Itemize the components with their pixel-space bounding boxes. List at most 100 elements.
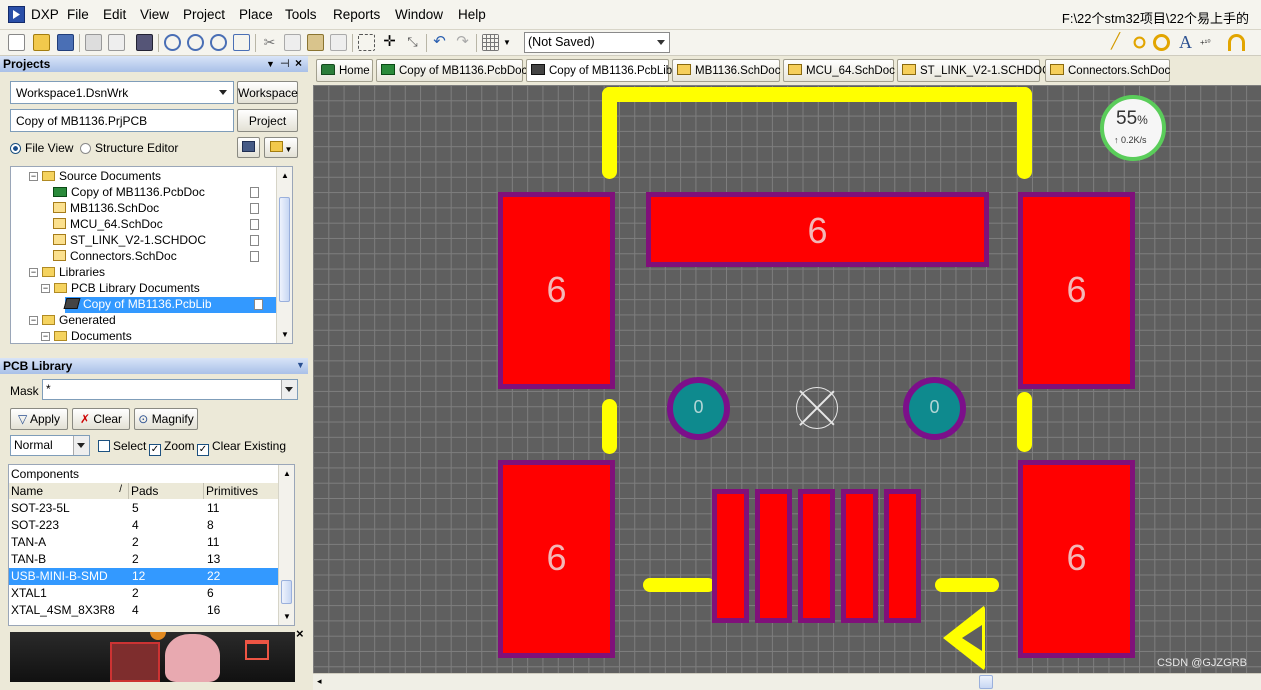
close-icon[interactable]: × xyxy=(296,626,304,641)
select-checkbox[interactable]: Select xyxy=(98,439,146,453)
pad-signal-1[interactable] xyxy=(712,489,749,623)
deselect-icon[interactable]: ⤡ xyxy=(404,34,421,51)
table-row[interactable]: XTAL_4SM_8X3R8 4 16 xyxy=(9,602,279,619)
tree-item-documents[interactable]: − Documents xyxy=(41,329,132,343)
workspace-button[interactable]: Workspace xyxy=(237,81,298,104)
zoom-area-icon[interactable] xyxy=(210,34,227,51)
collapse-icon[interactable]: − xyxy=(41,332,50,341)
compile-button[interactable] xyxy=(237,137,260,158)
tree-scroll-thumb[interactable] xyxy=(279,197,290,302)
pad-6-top-left[interactable]: 6 xyxy=(498,192,615,389)
canvas-scroll-thumb[interactable] xyxy=(979,675,993,689)
tree-item-source-documents[interactable]: − Source Documents xyxy=(29,169,161,185)
table-row[interactable]: TAN-A 2 11 xyxy=(9,534,279,551)
clear-existing-checkbox[interactable]: ✓ Clear Existing xyxy=(197,439,286,456)
tree-item-mb1136-schdoc[interactable]: MB1136.SchDoc xyxy=(53,201,269,217)
pcb-editor-canvas[interactable]: 6 6 6 6 6 0 0 CSDN @GJZGRB xyxy=(313,85,1261,673)
panel-collapse-icon[interactable]: ▼ xyxy=(296,360,305,370)
tab-stlink-schdoc[interactable]: ST_LINK_V2-1.SCHDOC xyxy=(897,59,1050,82)
file-view-radio[interactable]: File View xyxy=(10,141,73,155)
print-preview-icon[interactable] xyxy=(108,34,125,51)
pad-signal-3[interactable] xyxy=(798,489,835,623)
column-header-name[interactable]: Name / xyxy=(9,483,129,499)
apply-button[interactable]: ▽ Apply xyxy=(10,408,68,430)
arc-icon[interactable] xyxy=(1228,34,1245,51)
tree-item-pcbdoc[interactable]: Copy of MB1136.PcbDoc xyxy=(53,185,269,201)
scroll-down-icon[interactable]: ▼ xyxy=(283,612,291,621)
zoom-fit-icon[interactable] xyxy=(233,34,250,51)
dxp-logo-icon[interactable] xyxy=(8,6,25,23)
collapse-icon[interactable]: − xyxy=(29,172,38,181)
grid-dropdown-icon[interactable]: ▼ xyxy=(502,34,512,51)
zoom-checkbox[interactable]: ✓ Zoom xyxy=(149,439,195,456)
close-icon[interactable]: × xyxy=(295,56,302,70)
select-area-icon[interactable] xyxy=(358,34,375,51)
scroll-up-icon[interactable]: ▲ xyxy=(283,469,291,478)
menu-project[interactable]: Project xyxy=(183,7,225,22)
table-scroll-thumb[interactable] xyxy=(281,580,292,604)
tab-home[interactable]: Home xyxy=(316,59,373,82)
undo-icon[interactable]: ↶ xyxy=(431,34,448,51)
save-icon[interactable] xyxy=(57,34,74,51)
mode-select[interactable]: Normal xyxy=(10,435,90,456)
network-speed-widget[interactable]: 55% ↑ 0.2K/s xyxy=(1100,95,1166,161)
new-file-icon[interactable] xyxy=(8,34,25,51)
structure-editor-radio[interactable]: Structure Editor xyxy=(80,141,178,155)
tree-item-generated[interactable]: − Generated xyxy=(29,313,116,329)
tab-pcbdoc[interactable]: Copy of MB1136.PcbDoc xyxy=(376,59,527,82)
tab-mb1136-schdoc[interactable]: MB1136.SchDoc xyxy=(672,59,780,82)
tree-item-stlink-schdoc[interactable]: ST_LINK_V2-1.SCHDOC xyxy=(53,233,269,249)
scroll-left-icon[interactable]: ◂ xyxy=(317,676,322,687)
table-row[interactable]: SOT-223 4 8 xyxy=(9,517,279,534)
pad-icon[interactable] xyxy=(1133,36,1146,49)
table-row-selected[interactable]: USB-MINI-B-SMD 12 22 xyxy=(9,568,279,585)
ad-banner[interactable] xyxy=(10,632,295,682)
scroll-up-icon[interactable]: ▲ xyxy=(281,171,289,180)
tree-scrollbar[interactable]: ▲ ▼ xyxy=(276,167,292,343)
pin-icon[interactable]: ⊣ xyxy=(280,57,290,70)
pad-6-top-center[interactable]: 6 xyxy=(646,192,989,267)
menu-help[interactable]: Help xyxy=(458,7,486,22)
menu-view[interactable]: View xyxy=(140,7,169,22)
layers-icon[interactable] xyxy=(136,34,153,51)
collapse-icon[interactable]: − xyxy=(41,284,50,293)
open-folder-icon[interactable] xyxy=(33,34,50,51)
pad-signal-2[interactable] xyxy=(755,489,792,623)
zoom-in-icon[interactable] xyxy=(164,34,181,51)
column-header-pads[interactable]: Pads xyxy=(129,483,204,499)
table-row[interactable]: TAN-B 2 13 xyxy=(9,551,279,568)
table-row[interactable]: SOT-23-5L 5 11 xyxy=(9,500,279,517)
pad-6-bottom-left[interactable]: 6 xyxy=(498,460,615,658)
text-icon[interactable]: A xyxy=(1177,33,1194,51)
pad-6-top-right[interactable]: 6 xyxy=(1018,192,1135,389)
tree-item-libraries[interactable]: − Libraries xyxy=(29,265,105,281)
menu-file[interactable]: File xyxy=(67,7,89,22)
collapse-icon[interactable]: − xyxy=(29,268,38,277)
menu-tools[interactable]: Tools xyxy=(285,7,317,22)
save-state-select[interactable]: (Not Saved) xyxy=(524,32,670,53)
collapse-icon[interactable]: − xyxy=(29,316,38,325)
pad-signal-4[interactable] xyxy=(841,489,878,623)
line-icon[interactable]: ╱ xyxy=(1107,34,1124,51)
tab-connectors-schdoc[interactable]: Connectors.SchDoc xyxy=(1045,59,1170,82)
cut-icon[interactable]: ✂ xyxy=(261,34,278,51)
grid-icon[interactable] xyxy=(482,34,499,51)
panel-menu-icon[interactable]: ▼ xyxy=(266,59,275,69)
rubber-stamp-icon[interactable] xyxy=(330,34,347,51)
tree-item-pcblib[interactable]: Copy of MB1136.PcbLib xyxy=(63,297,277,313)
redo-icon[interactable]: ↷ xyxy=(454,34,471,51)
menu-place[interactable]: Place xyxy=(239,7,273,22)
menu-window[interactable]: Window xyxy=(395,7,443,22)
menu-edit[interactable]: Edit xyxy=(103,7,126,22)
table-scrollbar[interactable]: ▲ ▼ xyxy=(278,465,294,625)
project-options-button[interactable]: ▼ xyxy=(264,137,298,158)
tab-mcu64-schdoc[interactable]: MCU_64.SchDoc xyxy=(783,59,895,82)
mounting-hole-left[interactable]: 0 xyxy=(667,377,730,440)
paste-icon[interactable] xyxy=(307,34,324,51)
print-icon[interactable] xyxy=(85,34,102,51)
menu-reports[interactable]: Reports xyxy=(333,7,380,22)
project-button[interactable]: Project xyxy=(237,109,298,132)
mask-input[interactable]: * xyxy=(42,379,298,400)
canvas-horizontal-scrollbar[interactable]: ◂ xyxy=(313,673,1261,690)
via-icon[interactable] xyxy=(1153,34,1170,51)
